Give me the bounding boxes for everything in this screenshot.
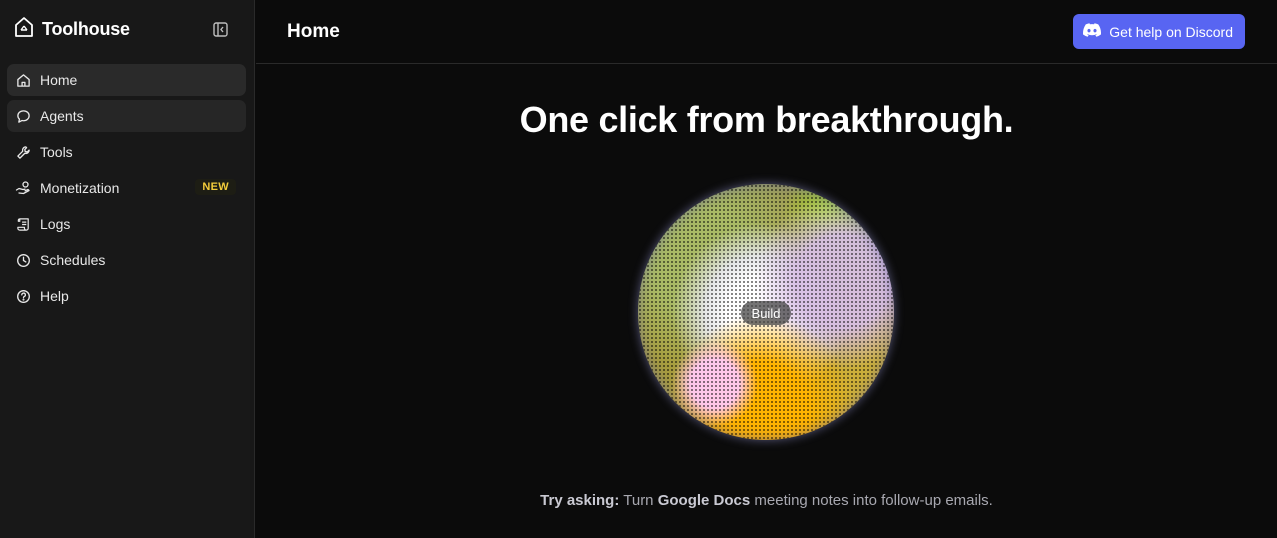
main-content: One click from breakthrough. Build Try a…	[256, 65, 1277, 538]
money-hand-icon	[15, 180, 31, 196]
sidebar-item-label: Monetization	[40, 180, 120, 196]
collapse-sidebar-button[interactable]	[210, 19, 230, 39]
clock-icon	[15, 252, 31, 268]
discord-button-label: Get help on Discord	[1109, 23, 1233, 40]
sidebar-nav: Home Agents Tools Monetization NEW Logs …	[7, 64, 246, 316]
sidebar-collapse-icon	[212, 21, 228, 37]
sidebar-item-monetization[interactable]: Monetization NEW	[7, 172, 246, 204]
home-icon	[15, 72, 31, 88]
sidebar-item-schedules[interactable]: Schedules	[7, 244, 246, 276]
suggestion-highlight: Google Docs	[657, 492, 751, 509]
new-badge: NEW	[195, 179, 236, 195]
hero-heading: One click from breakthrough.	[519, 99, 1014, 140]
sidebar-item-agents[interactable]: Agents	[7, 100, 246, 132]
discord-icon	[1083, 23, 1102, 40]
discord-help-button[interactable]: Get help on Discord	[1073, 14, 1245, 49]
sidebar-item-tools[interactable]: Tools	[7, 136, 246, 168]
brand-name: Toolhouse	[42, 18, 130, 39]
try-asking-label: Try asking:	[540, 492, 620, 509]
scroll-icon	[15, 216, 31, 232]
help-circle-icon	[15, 288, 31, 304]
build-button[interactable]: Build	[741, 301, 791, 325]
suggestion-text: Turn	[619, 492, 658, 509]
sidebar-item-logs[interactable]: Logs	[7, 208, 246, 240]
sidebar-item-label: Tools	[40, 144, 73, 160]
sidebar-item-label: Agents	[40, 108, 84, 124]
sidebar-item-label: Schedules	[40, 252, 106, 268]
try-asking-suggestion[interactable]: Try asking: Turn Google Docs meeting not…	[256, 492, 1277, 509]
brand[interactable]: Toolhouse	[14, 16, 130, 43]
sidebar: Toolhouse Home Agents Tools Monetization…	[0, 0, 255, 538]
chat-bubble-icon	[15, 108, 31, 124]
top-header: Home Get help on Discord	[256, 0, 1277, 64]
sidebar-item-label: Help	[40, 288, 69, 304]
sidebar-item-label: Logs	[40, 216, 71, 232]
suggestion-text-end: meeting notes into follow-up emails.	[750, 492, 993, 509]
sidebar-item-help[interactable]: Help	[7, 280, 246, 312]
sidebar-item-label: Home	[40, 72, 78, 88]
toolhouse-logo-icon	[14, 16, 34, 43]
wrench-icon	[15, 144, 31, 160]
page-title: Home	[287, 21, 340, 42]
sidebar-item-home[interactable]: Home	[7, 64, 246, 96]
